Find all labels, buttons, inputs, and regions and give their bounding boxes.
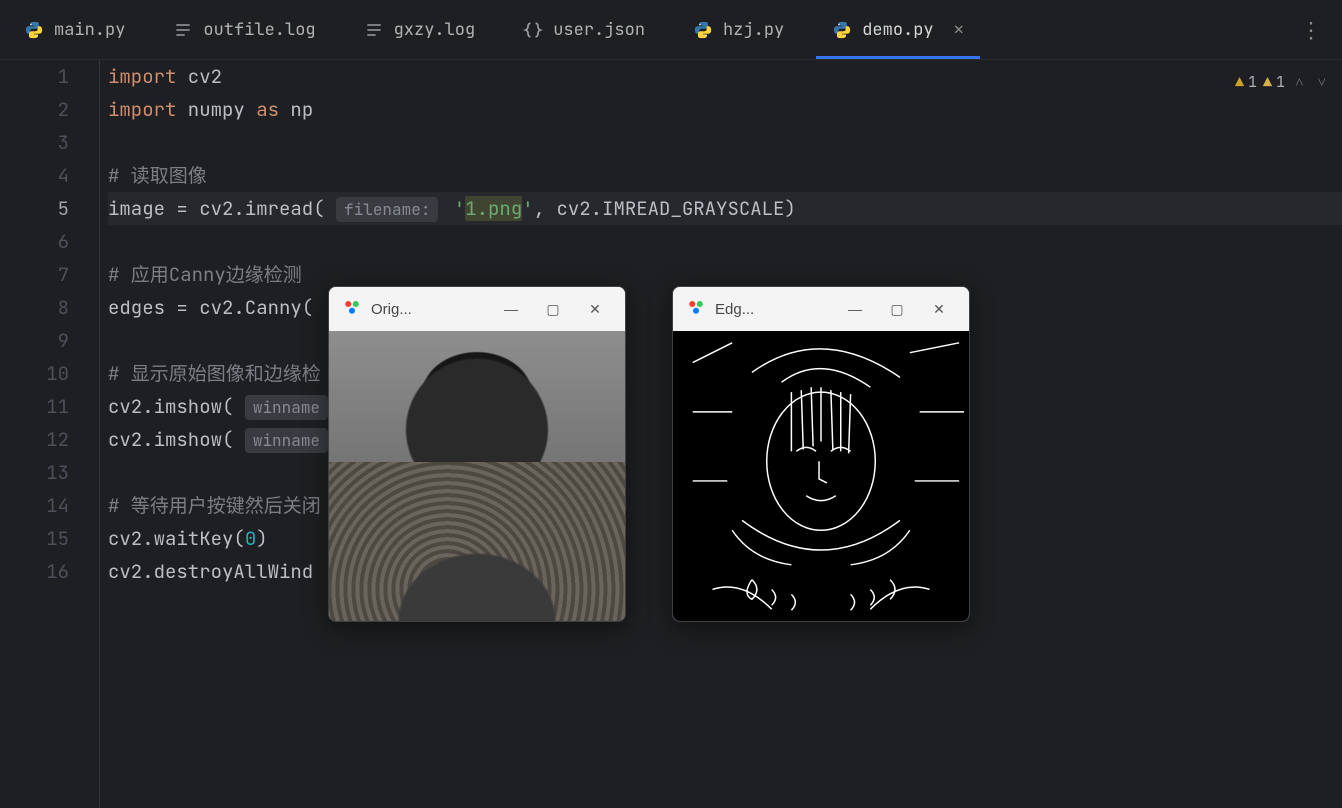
tab-label: outfile.log — [203, 19, 315, 41]
line-number: 16 — [0, 555, 69, 588]
tab-label: main.py — [54, 19, 125, 41]
code-line — [108, 126, 1342, 159]
tab-demo-py[interactable]: demo.py ✕ — [808, 0, 988, 59]
opencv-icon — [687, 298, 705, 320]
image-window-edges[interactable]: Edg... — ▢ ✕ — [672, 286, 970, 622]
line-number: 8 — [0, 291, 69, 324]
tab-label: user.json — [553, 19, 645, 41]
more-menu-icon[interactable]: ⋮ — [1300, 15, 1324, 44]
code-line: import cv2 — [108, 60, 1342, 93]
code-line: # 读取图像 — [108, 159, 1342, 192]
line-number: 10 — [0, 357, 69, 390]
editor[interactable]: 1 2 3 4 5 6 7 8 9 10 11 12 13 14 15 16 i… — [0, 60, 1342, 808]
line-number: 11 — [0, 390, 69, 423]
maximize-button[interactable]: ▢ — [537, 301, 569, 318]
line-number: 4 — [0, 159, 69, 192]
tab-bar: main.py outfile.log gxzy.log user.json h… — [0, 0, 1342, 60]
line-number: 3 — [0, 126, 69, 159]
line-number: 15 — [0, 522, 69, 555]
image-content — [329, 331, 625, 621]
gutter: 1 2 3 4 5 6 7 8 9 10 11 12 13 14 15 16 — [0, 60, 100, 808]
tab-label: hzj.py — [723, 19, 784, 41]
text-file-icon — [364, 20, 384, 40]
maximize-button[interactable]: ▢ — [881, 301, 913, 318]
image-window-original[interactable]: Orig... — ▢ ✕ — [328, 286, 626, 622]
titlebar[interactable]: Orig... — ▢ ✕ — [329, 287, 625, 331]
code-line — [108, 225, 1342, 258]
json-icon — [523, 20, 543, 40]
line-number: 12 — [0, 423, 69, 456]
titlebar[interactable]: Edg... — ▢ ✕ — [673, 287, 969, 331]
close-tab-icon[interactable]: ✕ — [954, 19, 964, 41]
close-button[interactable]: ✕ — [923, 301, 955, 318]
python-icon — [24, 20, 44, 40]
line-number: 6 — [0, 225, 69, 258]
line-number: 13 — [0, 456, 69, 489]
line-number: 1 — [0, 60, 69, 93]
line-number: 9 — [0, 324, 69, 357]
line-number: 5 — [0, 192, 69, 225]
code-line: import numpy as np — [108, 93, 1342, 126]
python-icon — [832, 20, 852, 40]
parameter-hint: winname — [245, 428, 328, 453]
close-button[interactable]: ✕ — [579, 301, 611, 318]
tab-main-py[interactable]: main.py — [0, 0, 149, 59]
minimize-button[interactable]: — — [495, 301, 527, 317]
tab-user-json[interactable]: user.json — [499, 0, 669, 59]
text-file-icon — [173, 20, 193, 40]
image-content — [673, 331, 969, 621]
code-line: image = cv2.imread( filename: '1.png', c… — [108, 192, 1342, 225]
parameter-hint: winname — [245, 395, 328, 420]
window-title: Orig... — [371, 301, 412, 318]
tab-gxzy-log[interactable]: gxzy.log — [340, 0, 500, 59]
python-icon — [693, 20, 713, 40]
tab-outfile-log[interactable]: outfile.log — [149, 0, 339, 59]
tab-hzj-py[interactable]: hzj.py — [669, 0, 808, 59]
opencv-icon — [343, 298, 361, 320]
line-number: 2 — [0, 93, 69, 126]
line-number: 14 — [0, 489, 69, 522]
parameter-hint: filename: — [336, 197, 438, 222]
minimize-button[interactable]: — — [839, 301, 871, 317]
tab-label: demo.py — [862, 19, 933, 41]
window-title: Edg... — [715, 301, 754, 318]
line-number: 7 — [0, 258, 69, 291]
tab-label: gxzy.log — [394, 19, 476, 41]
